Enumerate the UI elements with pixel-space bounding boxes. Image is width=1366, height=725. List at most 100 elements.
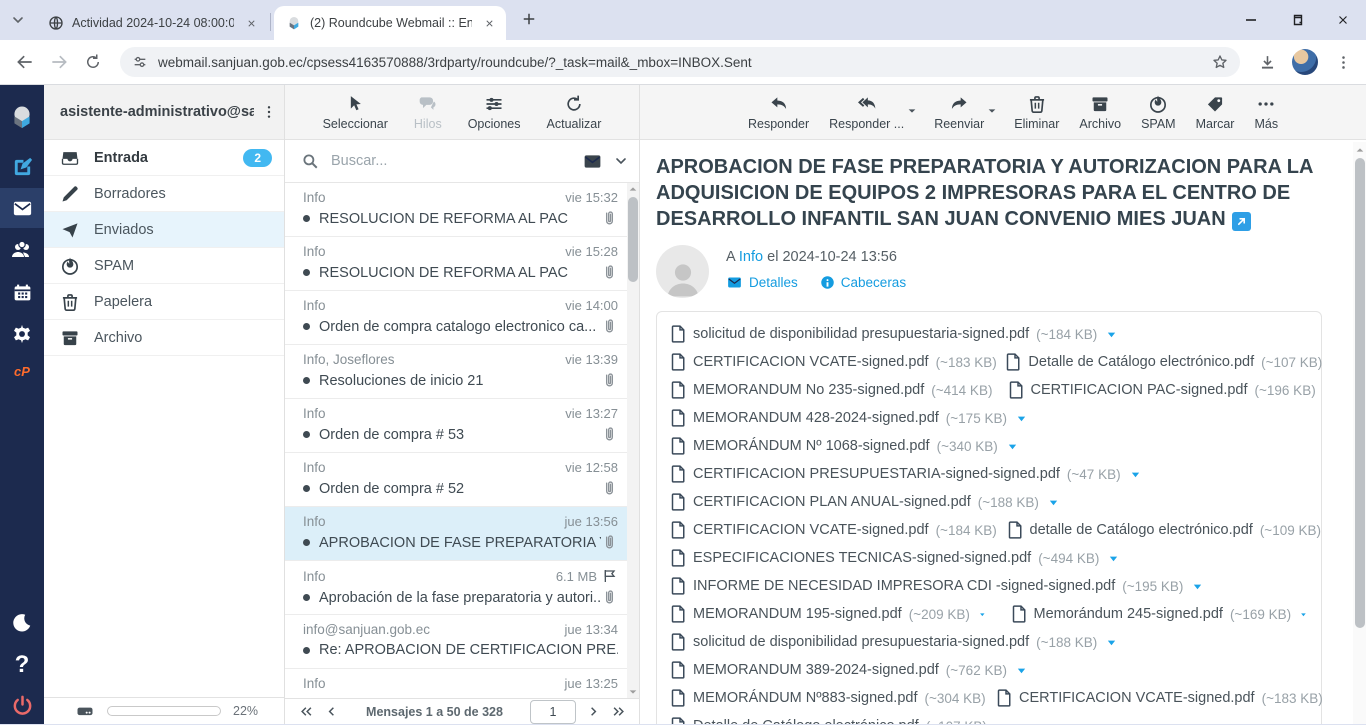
- attachment-name[interactable]: CERTIFICACION VCATE-signed.pdf: [693, 354, 929, 370]
- search-input[interactable]: [329, 152, 572, 170]
- address-bar[interactable]: webmail.sanjuan.gob.ec/cpsess4163570888/…: [120, 47, 1240, 77]
- bookmark-star-icon[interactable]: [1206, 48, 1234, 76]
- attachment-item[interactable]: CERTIFICACION VCATE-signed.pdf (~183 KB): [671, 353, 980, 371]
- search-options-chevron-icon[interactable]: [613, 153, 629, 169]
- attachment-item[interactable]: Memorándum 245-signed.pdf (~169 KB): [1012, 605, 1307, 623]
- attachment-name[interactable]: CERTIFICACION PRESUPUESTARIA-signed-sign…: [693, 466, 1060, 482]
- details-toggle[interactable]: Detalles: [726, 274, 798, 291]
- delete-button[interactable]: Eliminar: [1014, 94, 1059, 131]
- refresh-button[interactable]: Actualizar: [547, 94, 602, 131]
- attachment-item[interactable]: ESPECIFICACIONES TECNICAS-signed-signed.…: [671, 549, 1119, 567]
- attachment-item[interactable]: Detalle de Catálogo electrónico.pdf (~10…: [671, 717, 1007, 724]
- attachment-name[interactable]: ESPECIFICACIONES TECNICAS-signed-signed.…: [693, 550, 1031, 566]
- attachment-item[interactable]: MEMORANDUM 428-2024-signed.pdf (~175 KB): [671, 409, 1027, 427]
- forward-button[interactable]: [42, 45, 76, 79]
- folder-menu-kebab-icon[interactable]: [254, 104, 284, 120]
- message-list-item[interactable]: Info 6.1 MB Aprobación de la fase prepar…: [285, 561, 628, 615]
- reply-all-caret-icon[interactable]: [907, 106, 917, 116]
- attachment-item[interactable]: solicitud de disponibilidad presupuestar…: [671, 325, 1117, 343]
- attachment-name[interactable]: CERTIFICACION VCATE-signed.pdf: [1019, 690, 1255, 706]
- attachment-name[interactable]: Detalle de Catálogo electrónico.pdf: [1028, 354, 1254, 370]
- settings-gear-icon[interactable]: [0, 314, 44, 354]
- attachment-menu-caret-icon[interactable]: [1007, 441, 1018, 452]
- list-scrollbar[interactable]: [627, 183, 639, 698]
- window-minimize-button[interactable]: [1228, 0, 1274, 40]
- message-list-item[interactable]: Info vie 12:58 Orden de compra # 52: [285, 453, 628, 507]
- new-tab-button[interactable]: [520, 10, 538, 28]
- select-button[interactable]: Seleccionar: [323, 94, 388, 131]
- attachment-name[interactable]: solicitud de disponibilidad presupuestar…: [693, 634, 1029, 650]
- profile-avatar[interactable]: [1284, 49, 1326, 75]
- attachment-menu-caret-icon[interactable]: [1300, 609, 1307, 620]
- mail-icon[interactable]: [0, 188, 44, 228]
- attachment-menu-caret-icon[interactable]: [1192, 581, 1203, 592]
- site-settings-icon[interactable]: [132, 54, 148, 70]
- page-number-input[interactable]: [530, 700, 576, 724]
- attachment-item[interactable]: CERTIFICACION PRESUPUESTARIA-signed-sign…: [671, 465, 1141, 483]
- message-list-item[interactable]: info@sanjuan.gob.ec jue 13:34 Re: APROBA…: [285, 615, 628, 669]
- scroll-up-icon[interactable]: [627, 183, 639, 195]
- attachment-item[interactable]: MEMORANDUM No 235-signed.pdf (~414 KB): [671, 381, 983, 399]
- attachment-menu-caret-icon[interactable]: [1016, 665, 1027, 676]
- flag-icon[interactable]: [602, 568, 618, 584]
- window-restore-button[interactable]: [1274, 0, 1320, 40]
- folder-item-entrada[interactable]: Entrada 2: [44, 140, 284, 176]
- window-close-button[interactable]: [1320, 0, 1366, 40]
- message-list-item[interactable]: Info vie 13:27 Orden de compra # 53: [285, 399, 628, 453]
- browser-menu-button[interactable]: [1326, 45, 1360, 79]
- attachment-item[interactable]: CERTIFICACION PAC-signed.pdf (~196 KB): [1009, 381, 1308, 399]
- message-list-item[interactable]: Info vie 15:28 RESOLUCION DE REFORMA AL …: [285, 237, 628, 291]
- cpanel-icon[interactable]: cP: [0, 351, 44, 391]
- attachment-menu-caret-icon[interactable]: [1130, 469, 1141, 480]
- spam-button[interactable]: SPAM: [1141, 94, 1176, 131]
- contacts-icon[interactable]: [0, 230, 44, 270]
- reply-button[interactable]: Responder: [748, 94, 809, 131]
- attachment-name[interactable]: CERTIFICACION PAC-signed.pdf: [1031, 382, 1248, 398]
- attachment-menu-caret-icon[interactable]: [1108, 553, 1119, 564]
- threads-button[interactable]: Hilos: [414, 94, 442, 131]
- compose-icon[interactable]: [0, 147, 44, 187]
- scroll-thumb[interactable]: [1355, 158, 1365, 628]
- downloads-button[interactable]: [1250, 45, 1284, 79]
- attachment-name[interactable]: CERTIFICACION PLAN ANUAL-signed.pdf: [693, 494, 971, 510]
- reply-all-button[interactable]: Responder ...: [829, 94, 904, 131]
- mark-button[interactable]: Marcar: [1196, 94, 1235, 131]
- attachment-name[interactable]: CERTIFICACION VCATE-signed.pdf: [693, 522, 929, 538]
- attachment-name[interactable]: MEMORANDUM No 235-signed.pdf: [693, 382, 924, 398]
- archive-button[interactable]: Archivo: [1079, 94, 1121, 131]
- options-button[interactable]: Opciones: [468, 94, 521, 131]
- attachment-item[interactable]: CERTIFICACION PLAN ANUAL-signed.pdf (~18…: [671, 493, 1059, 511]
- attachment-menu-caret-icon[interactable]: [979, 609, 986, 620]
- attachment-name[interactable]: MEMORANDUM 195-signed.pdf: [693, 606, 902, 622]
- tab-close-button[interactable]: [480, 14, 498, 32]
- attachment-item[interactable]: MEMORANDUM 389-2024-signed.pdf (~762 KB): [671, 661, 1027, 679]
- attachment-name[interactable]: Memorándum 245-signed.pdf: [1034, 606, 1223, 622]
- attachment-name[interactable]: detalle de Catálogo electrónico.pdf: [1030, 522, 1253, 538]
- calendar-icon[interactable]: [0, 272, 44, 312]
- folder-item-archivo[interactable]: Archivo: [44, 320, 284, 356]
- message-list-item[interactable]: Info jue 13:25: [285, 669, 628, 698]
- attachment-menu-caret-icon[interactable]: [1106, 329, 1117, 340]
- view-scrollbar[interactable]: [1353, 142, 1366, 724]
- tab-close-button[interactable]: [242, 14, 260, 32]
- attachment-item[interactable]: CERTIFICACION VCATE-signed.pdf (~183 KB): [997, 689, 1307, 707]
- reload-button[interactable]: [76, 45, 110, 79]
- attachment-menu-caret-icon[interactable]: [1048, 497, 1059, 508]
- headers-toggle[interactable]: Cabeceras: [820, 274, 906, 291]
- forward-button[interactable]: Reenviar: [934, 94, 984, 131]
- attachment-name[interactable]: Detalle de Catálogo electrónico.pdf: [693, 718, 919, 724]
- browser-tab-activity[interactable]: Actividad 2024-10-24 08:00:00: [36, 6, 268, 40]
- recipient-link[interactable]: Info: [739, 249, 763, 265]
- attachment-menu-caret-icon[interactable]: [1016, 413, 1027, 424]
- attachment-item[interactable]: MEMORÁNDUM Nº883-signed.pdf (~304 KB): [671, 689, 971, 707]
- next-page-icon[interactable]: [586, 704, 601, 719]
- attachment-menu-caret-icon[interactable]: [1106, 637, 1117, 648]
- back-button[interactable]: [8, 45, 42, 79]
- scroll-down-icon[interactable]: [627, 686, 639, 698]
- attachment-menu-caret-icon[interactable]: [996, 721, 1007, 725]
- browser-tab-roundcube[interactable]: (2) Roundcube Webmail :: Envia: [274, 6, 506, 40]
- attachment-item[interactable]: solicitud de disponibilidad presupuestar…: [671, 633, 1117, 651]
- scroll-up-icon[interactable]: [1354, 144, 1366, 156]
- attachment-name[interactable]: MEMORANDUM 389-2024-signed.pdf: [693, 662, 939, 678]
- tab-search-chevron-icon[interactable]: [10, 12, 26, 28]
